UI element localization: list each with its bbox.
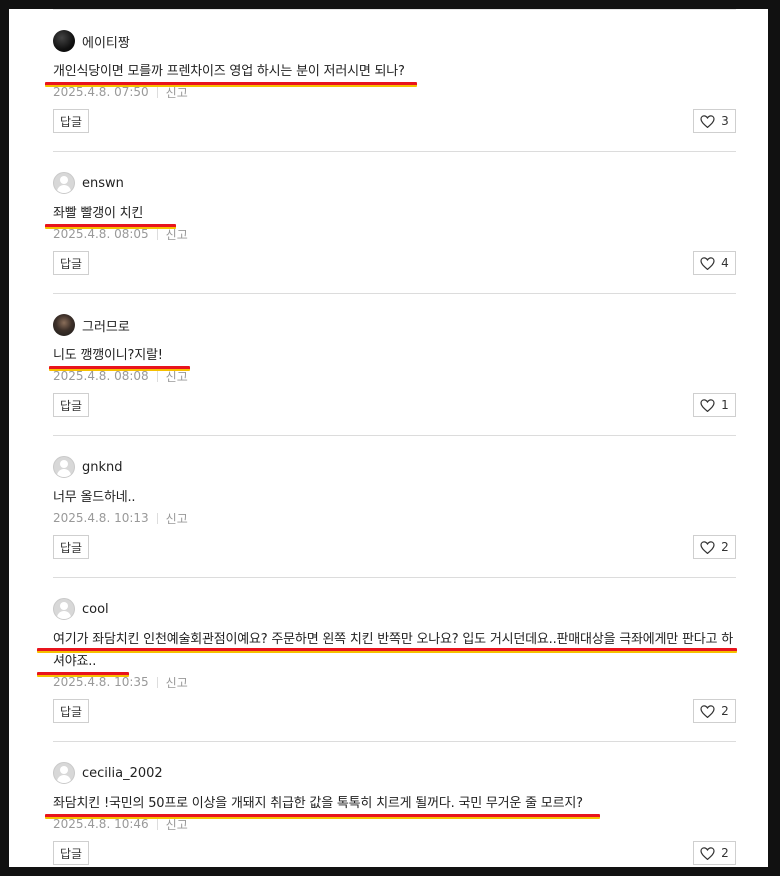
comment-author[interactable]: cool [53,597,109,621]
nickname[interactable]: gnknd [82,460,123,475]
comment-date: 2025.4.8. 07:50 [53,85,149,99]
reply-button[interactable]: 답글 [53,393,89,417]
meta-divider [156,370,158,382]
comment-date: 2025.4.8. 10:13 [53,511,149,525]
nickname[interactable]: 그러므로 [82,316,130,335]
comment-text: 너무 올드하네.. [53,490,136,505]
comment-item: 그러므로 니도 깽깽이니?지랄! 2025.4.8. 08:08 신고 답글 1 [53,293,736,436]
comment-item: gnknd 너무 올드하네.. 2025.4.8. 10:13 신고 답글 2 [53,435,736,578]
comment-author[interactable]: enswn [53,171,124,195]
comment-author[interactable]: 그러므로 [53,313,130,337]
comment-item: 에이티짱 개인식당이면 모를까 프렌차이즈 영업 하시는 분이 저러시면 되나?… [53,9,736,152]
comment-text: 좌빨 빨갱이 치킨 [53,206,144,221]
reply-button[interactable]: 답글 [53,699,89,723]
like-button[interactable]: 2 [693,841,736,865]
highlight-underline [37,672,129,677]
comment-author[interactable]: 에이티짱 [53,29,130,53]
reply-button[interactable]: 답글 [53,109,89,133]
like-button[interactable]: 2 [693,535,736,559]
report-link[interactable]: 신고 [166,674,188,691]
avatar[interactable] [53,314,75,336]
reply-button[interactable]: 답글 [53,841,89,865]
heart-outline-icon [700,540,715,554]
nickname[interactable]: 에이티짱 [82,32,130,51]
avatar[interactable] [53,598,75,620]
comment-author[interactable]: gnknd [53,455,123,479]
like-count: 4 [721,256,729,270]
highlight-underline [45,224,176,229]
highlight-underline [45,82,417,87]
comment-date: 2025.4.8. 08:08 [53,369,149,383]
nickname[interactable]: cool [82,602,109,617]
comment-panel: 에이티짱 개인식당이면 모를까 프렌차이즈 영업 하시는 분이 저러시면 되나?… [9,9,768,867]
comment-date: 2025.4.8. 08:05 [53,227,149,241]
highlight-underline [37,648,737,653]
like-button[interactable]: 2 [693,699,736,723]
comment-text: 개인식당이면 모를까 프렌차이즈 영업 하시는 분이 저러시면 되나? [53,64,405,79]
comment-item: enswn 좌빨 빨갱이 치킨 2025.4.8. 08:05 신고 답글 4 [53,151,736,294]
heart-outline-icon [700,256,715,270]
like-button[interactable]: 1 [693,393,736,417]
like-count: 1 [721,398,729,412]
like-count: 2 [721,540,729,554]
meta-divider [156,512,158,524]
avatar[interactable] [53,456,75,478]
nickname[interactable]: enswn [82,176,124,191]
report-link[interactable]: 신고 [166,510,188,527]
meta-divider [156,86,158,98]
highlight-underline [45,814,600,819]
nickname[interactable]: cecilia_2002 [82,766,163,781]
comment-text: 니도 깽깽이니?지랄! [53,348,163,363]
avatar[interactable] [53,762,75,784]
heart-outline-icon [700,846,715,860]
avatar[interactable] [53,172,75,194]
comment-author[interactable]: cecilia_2002 [53,761,163,785]
comment-item: cecilia_2002 좌담치킨 !국민의 50프로 이상을 개돼지 취급한 … [53,741,736,867]
comment-item: cool 여기가 좌담치킨 인천예술회관점이예요? 주문하면 왼쪽 치킨 반쪽만… [53,577,736,742]
like-count: 2 [721,704,729,718]
heart-outline-icon [700,704,715,718]
comment-text: 좌담치킨 !국민의 50프로 이상을 개돼지 취급한 값을 톡톡히 치르게 될꺼… [53,796,583,811]
meta-divider [156,228,158,240]
reply-button[interactable]: 답글 [53,251,89,275]
highlight-underline [49,366,190,371]
reply-button[interactable]: 답글 [53,535,89,559]
like-button[interactable]: 3 [693,109,736,133]
comment-date: 2025.4.8. 10:35 [53,675,149,689]
meta-divider [156,676,158,688]
comment-date: 2025.4.8. 10:46 [53,817,149,831]
comment-meta: 2025.4.8. 10:13 신고 [53,509,188,527]
meta-divider [156,818,158,830]
heart-outline-icon [700,114,715,128]
like-count: 3 [721,114,729,128]
avatar[interactable] [53,30,75,52]
like-button[interactable]: 4 [693,251,736,275]
heart-outline-icon [700,398,715,412]
like-count: 2 [721,846,729,860]
